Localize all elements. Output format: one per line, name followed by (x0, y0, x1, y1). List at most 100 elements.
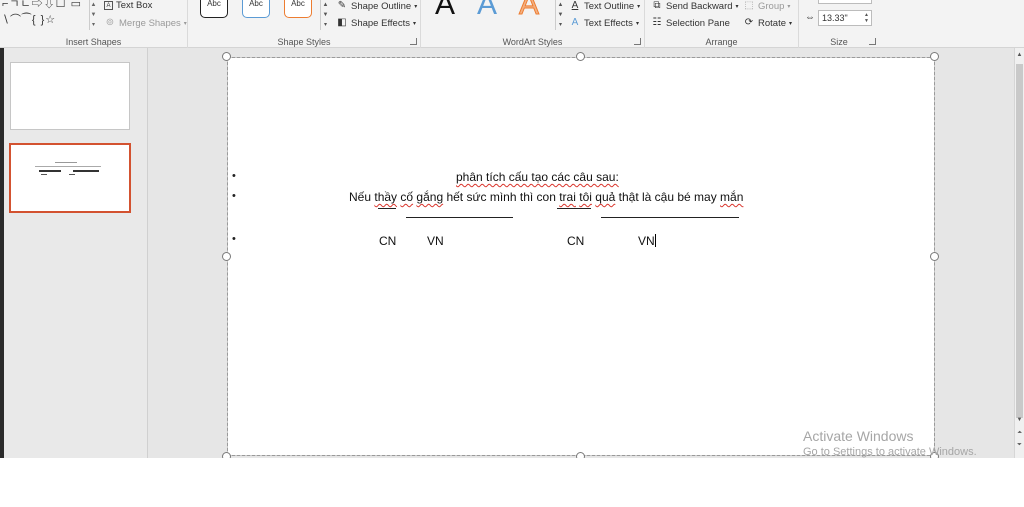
spinner-icon[interactable]: ▲ ▼ (864, 12, 869, 24)
slide-thumbnail-1[interactable] (10, 62, 130, 130)
bullet-1: • (232, 170, 236, 182)
wordart-styles-scroll[interactable]: ▲ ▼ ▾ (555, 0, 565, 30)
watermark-title: Activate Windows (803, 428, 914, 444)
scroll-down-icon[interactable]: ▼ (1015, 415, 1024, 425)
group-wordart-styles: A A A ▲ ▼ ▾ A Text Outline ▾ A Text Effe… (421, 0, 645, 48)
selection-pane-icon: ☷ (652, 17, 662, 28)
chevron-down-icon[interactable]: ▼ (556, 10, 565, 20)
text-box-icon: A (104, 1, 113, 10)
selection-pane-button[interactable]: ☷ Selection Pane (651, 17, 730, 29)
rotate-label: Rotate (758, 17, 786, 29)
vertical-scrollbar[interactable]: ▲ ▼ ⏶ ⏷ (1014, 48, 1024, 458)
group-label-size: Size (830, 37, 848, 47)
text-outline-label: Text Outline (584, 0, 635, 12)
slide-thumbnail-2[interactable] (9, 143, 131, 213)
shape-style-text-2: Abc (249, 0, 263, 8)
expand-gallery-icon[interactable]: ▾ (556, 20, 565, 30)
send-backward-button[interactable]: ⧉ Send Backward ▾ (651, 0, 738, 12)
slide-text-line-2[interactable]: Nếu thầy cố gắng hết sức mình thì con tr… (349, 190, 743, 204)
shape-style-preview-3[interactable]: Abc (284, 0, 312, 18)
dropdown-arrow-icon: ▾ (635, 20, 639, 27)
shape-outline-button[interactable]: ✎ Shape Outline ▾ (336, 0, 417, 12)
shape-style-preview-1[interactable]: Abc (200, 0, 228, 18)
line2-misspelled-word: cố (400, 190, 414, 204)
watermark-subtitle: Go to Settings to activate Windows. (803, 446, 977, 458)
slide-canvas[interactable] (227, 57, 935, 456)
group-button[interactable]: ⬚ Group ▾ (743, 0, 790, 12)
subject-underline-2 (557, 208, 591, 209)
group-label-insert-shapes: Insert Shapes (65, 37, 122, 47)
merge-shapes-icon: ⊚ (105, 17, 115, 28)
dropdown-arrow-icon: ▾ (637, 3, 641, 10)
height-input[interactable] (818, 0, 872, 4)
slide-text-line-1[interactable]: phân tích cấu tạo các câu sau: (456, 170, 619, 184)
wordart-style-3[interactable]: A (518, 0, 539, 20)
shapes-gallery[interactable]: ⌐ㄱㄴ⇨⇩☐ ▭ ∖⌒⁀{ }☆ (0, 0, 92, 32)
previous-slide-icon[interactable]: ⏶ (1015, 428, 1024, 438)
resize-handle-top-left[interactable] (222, 52, 231, 61)
line2-misspelled-word: trai (559, 190, 576, 204)
dropdown-arrow-icon: ▾ (183, 20, 187, 27)
label-vn-1[interactable]: VN (427, 234, 444, 248)
dropdown-arrow-icon: ▾ (787, 3, 791, 10)
shape-style-text-3: Abc (291, 0, 305, 8)
chevron-down-icon[interactable]: ▼ (90, 10, 97, 20)
label-vn-2-text: VN (638, 234, 655, 248)
bullet-2: • (232, 190, 236, 202)
chevron-down-icon[interactable]: ▼ (321, 10, 330, 20)
shape-effects-icon: ◧ (337, 17, 347, 28)
dropdown-arrow-icon: ▾ (414, 3, 418, 10)
label-cn-2[interactable]: CN (567, 234, 584, 248)
merge-shapes-button[interactable]: ⊚ Merge Shapes ▾ (104, 17, 187, 29)
expand-gallery-icon[interactable]: ▾ (90, 20, 97, 30)
text-box-button[interactable]: A Text Box (104, 0, 152, 11)
group-label-arrange: Arrange (705, 37, 738, 47)
width-input[interactable]: 13.33" ▲ ▼ (818, 10, 872, 26)
chevron-up-icon[interactable]: ▲ (556, 0, 565, 10)
rotate-icon: ⟳ (744, 17, 754, 28)
resize-handle-left[interactable] (222, 252, 231, 261)
width-icon: ⇔ (805, 12, 815, 23)
text-effects-label: Text Effects (584, 17, 633, 29)
predicate-underline-1 (406, 217, 513, 218)
wordart-style-1[interactable]: A (435, 0, 455, 20)
text-box-label: Text Box (116, 0, 153, 11)
line2-misspelled-word: quả (595, 190, 616, 204)
line2-part: Nếu (349, 190, 375, 204)
text-outline-button[interactable]: A Text Outline ▾ (569, 0, 641, 12)
resize-handle-right[interactable] (930, 252, 939, 261)
shapes-gallery-scroll[interactable]: ▲ ▼ ▾ (89, 0, 97, 30)
text-cursor (654, 234, 656, 247)
text-outline-icon: A (571, 0, 579, 11)
shapes-row-2: ∖⌒⁀{ }☆ (2, 14, 57, 26)
subject-underline-1 (378, 208, 396, 209)
text-effects-button[interactable]: A Text Effects ▾ (569, 17, 639, 29)
shapes-row-1: ⌐ㄱㄴ⇨⇩☐ ▭ (2, 0, 82, 10)
line1-text: phân tích cấu tạo các câu sau: (456, 170, 619, 184)
label-vn-2[interactable]: VN (638, 234, 656, 248)
rotate-button[interactable]: ⟳ Rotate ▾ (743, 17, 792, 29)
resize-handle-top-right[interactable] (930, 52, 939, 61)
expand-gallery-icon[interactable]: ▾ (321, 20, 330, 30)
bottom-blank-area (0, 458, 1024, 507)
chevron-up-icon[interactable]: ▲ (321, 0, 330, 10)
label-cn-1[interactable]: CN (379, 234, 396, 248)
predicate-underline-2 (601, 217, 739, 218)
shape-effects-label: Shape Effects (351, 17, 410, 29)
next-slide-icon[interactable]: ⏷ (1015, 440, 1024, 450)
shape-styles-scroll[interactable]: ▲ ▼ ▾ (320, 0, 330, 30)
resize-handle-top[interactable] (576, 52, 585, 61)
scroll-up-icon[interactable]: ▲ (1015, 50, 1024, 60)
text-effects-icon: A (571, 17, 579, 28)
group-shape-styles: Abc Abc Abc ▲ ▼ ▾ ✎ Shape Outline ▾ ◧ Sh… (188, 0, 421, 48)
wordart-style-2[interactable]: A (477, 0, 497, 20)
group-insert-shapes: ⌐ㄱㄴ⇨⇩☐ ▭ ∖⌒⁀{ }☆ ▲ ▼ ▾ A Text Box ⊚ Merg… (0, 0, 188, 48)
pen-icon: ✎ (337, 0, 347, 11)
scrollbar-thumb[interactable] (1016, 64, 1023, 418)
dialog-launcher-icon[interactable] (869, 38, 876, 45)
chevron-up-icon[interactable]: ▲ (90, 0, 97, 10)
shape-style-preview-2[interactable]: Abc (242, 0, 270, 18)
shape-effects-button[interactable]: ◧ Shape Effects ▾ (336, 17, 416, 29)
dropdown-arrow-icon: ▾ (789, 20, 793, 27)
merge-shapes-label: Merge Shapes (119, 17, 181, 29)
